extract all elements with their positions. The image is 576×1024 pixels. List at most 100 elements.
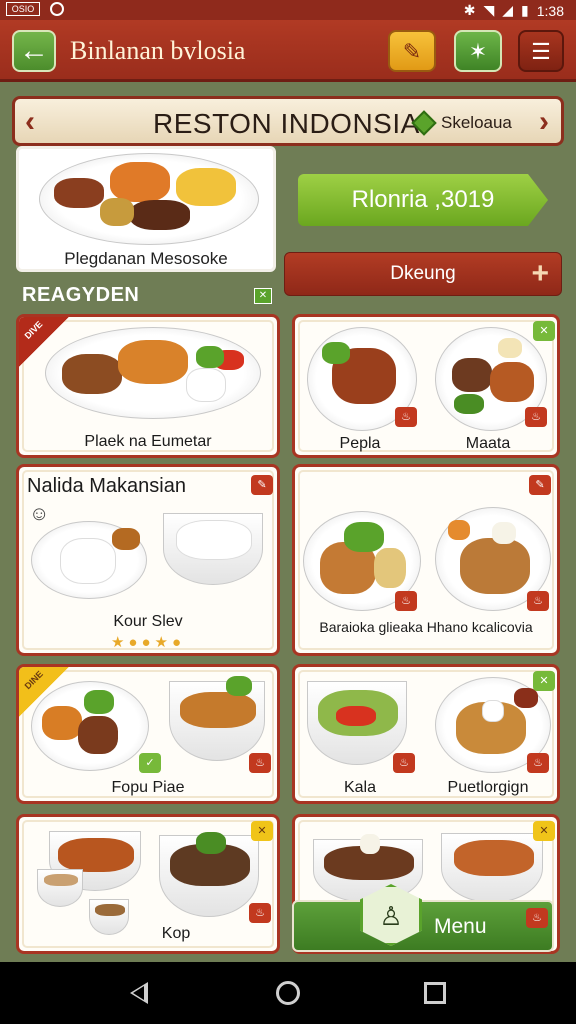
plate-image: [39, 153, 259, 245]
edit-button[interactable]: ✎: [388, 30, 436, 72]
spicy-icon: ♨: [526, 908, 548, 928]
spicy-icon: ♨: [395, 591, 417, 611]
bowl-image: [163, 513, 263, 585]
section-heading: REAGYDEN: [22, 284, 140, 306]
plate-image: [31, 681, 149, 771]
card-title: Nalida Makansian: [27, 475, 186, 497]
price-button[interactable]: Rlonria ,3019: [298, 174, 548, 226]
restaurant-title: RESTON INDONSIA: [153, 108, 420, 139]
location-tag[interactable]: Skeloaua: [411, 109, 535, 137]
spicy-icon: ♨: [395, 407, 417, 427]
food-image: [78, 716, 118, 754]
food-image: [44, 874, 78, 886]
cup-image: [37, 869, 83, 907]
dish-card[interactable]: ♨ ✕ ♨ Kala Puetlorgign: [292, 664, 560, 804]
food-image: [492, 522, 516, 544]
brush-icon: ✎: [402, 39, 422, 64]
food-image: [336, 706, 376, 726]
dish-label-right: Puetlorgign: [447, 779, 529, 796]
featured-dish-card[interactable]: Plegdanan Mesosoke: [16, 146, 276, 272]
notification-badge: OSIO: [6, 2, 40, 16]
leaf-icon: ✕: [533, 321, 555, 341]
food-image: [490, 362, 534, 402]
star-icon: ✶: [468, 39, 488, 64]
plus-icon[interactable]: +: [531, 257, 549, 291]
food-image: [130, 200, 190, 230]
clock-time: 1:38: [536, 2, 564, 19]
spicy-icon: ♨: [525, 407, 547, 427]
check-icon: ✓: [139, 753, 161, 773]
favorite-button[interactable]: ✶: [454, 30, 502, 72]
menu-button-label: Menu: [434, 915, 487, 938]
restaurant-banner: ‹ RESTON INDONSIA Skeloaua ›: [12, 96, 564, 146]
bowl-image: [307, 681, 407, 765]
dish-label: Plaek na Eumetar: [84, 433, 212, 450]
food-image: [176, 520, 252, 560]
leaf-icon: ✕: [533, 821, 555, 841]
food-image: [118, 340, 188, 384]
food-image: [110, 162, 170, 202]
food-image: [482, 700, 504, 722]
chevron-left-icon[interactable]: ‹: [25, 105, 35, 139]
dish-card[interactable]: ✎ ♨ ♨ Baraioka glieaka Hhano kcalicovia: [292, 464, 560, 656]
system-nav-bar: [0, 962, 576, 1024]
dish-label: Kour Slev: [113, 613, 183, 630]
food-image: [58, 838, 134, 872]
food-image: [448, 520, 470, 540]
food-image: [100, 198, 134, 226]
dish-card[interactable]: ♨ ✕ ♨ Pepla Maata: [292, 314, 560, 458]
arrow-left-icon: ←: [19, 34, 49, 67]
food-image: [196, 832, 226, 854]
food-image: [95, 904, 125, 916]
bowl-image: [159, 832, 259, 917]
food-image: [112, 528, 140, 550]
food-image: [62, 354, 122, 394]
wifi-icon: ◥: [483, 2, 495, 18]
dish-label: Kop: [161, 925, 191, 942]
food-image: [374, 548, 406, 588]
menu-button[interactable]: Menu ♨: [292, 900, 554, 952]
dish-label: Fopu Piae: [111, 779, 185, 796]
status-bar: OSIO ✱ ◥ ◢ ▮ 1:38: [0, 0, 576, 20]
app-bar: ← Binlanan bvlosia ✎ ✶ ☰: [0, 20, 576, 82]
detail-bar[interactable]: Dkeung +: [284, 252, 562, 296]
featured-dish-label: Plegdanan Mesosoke: [64, 249, 228, 268]
bluetooth-icon: ✱: [463, 2, 476, 18]
food-image: [196, 346, 224, 368]
dish-card[interactable]: DIVE Plaek na Eumetar: [16, 314, 280, 458]
leaf-icon: ✕: [533, 671, 555, 691]
food-image: [226, 676, 252, 696]
dish-card[interactable]: Nalida Makansian ✎ ☺ Kour Slev ★●●★●: [16, 464, 280, 656]
plate-image: [31, 521, 147, 599]
spicy-icon: ♨: [527, 591, 549, 611]
bowl-image: [441, 833, 543, 903]
dish-label-right: Maata: [465, 435, 511, 452]
food-image: [42, 706, 82, 740]
leaf-icon: ✕: [251, 821, 273, 841]
food-image: [498, 338, 522, 358]
spicy-icon: ♨: [393, 753, 415, 773]
back-button[interactable]: ←: [12, 30, 56, 72]
food-image: [186, 368, 226, 402]
food-image: [84, 690, 114, 714]
plate-image: [45, 327, 261, 419]
food-image: [454, 394, 484, 414]
nav-back-icon[interactable]: [130, 982, 148, 1004]
chevron-right-icon[interactable]: ›: [539, 105, 549, 139]
food-image: [452, 358, 492, 392]
nav-home-icon[interactable]: [276, 981, 300, 1005]
edit-icon[interactable]: ✎: [529, 475, 551, 495]
spicy-icon: ♨: [249, 753, 271, 773]
sync-icon: [50, 2, 64, 16]
dish-card[interactable]: ✕ ♨ Kop: [16, 814, 280, 954]
signal-icon: ◢: [502, 2, 514, 18]
food-image: [60, 538, 116, 584]
menu-list-button[interactable]: ☰: [518, 30, 564, 72]
chef-icon: ☺: [29, 503, 50, 525]
leaf-icon: ✕: [254, 288, 272, 304]
edit-icon[interactable]: ✎: [251, 475, 273, 495]
food-image: [460, 538, 530, 594]
nav-recents-icon[interactable]: [424, 982, 446, 1004]
battery-icon: ▮: [521, 2, 529, 18]
dish-card[interactable]: DINE ✓ ♨ Fopu Piae: [16, 664, 280, 804]
